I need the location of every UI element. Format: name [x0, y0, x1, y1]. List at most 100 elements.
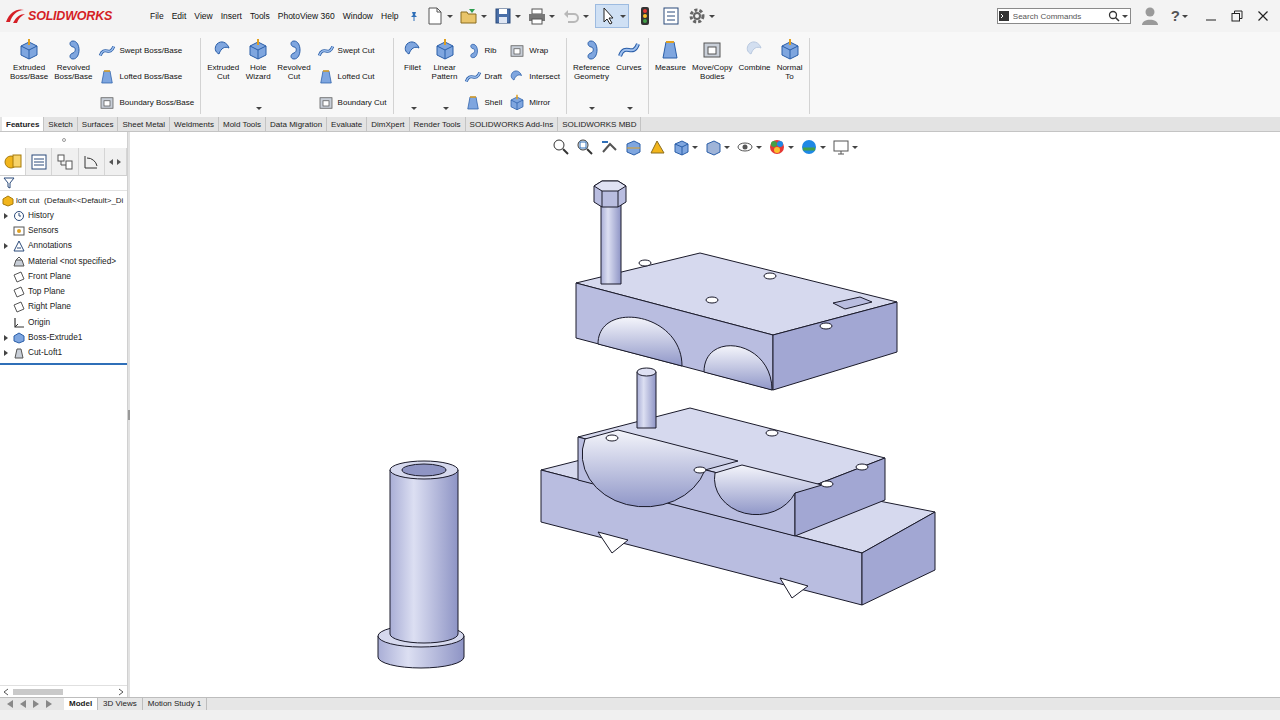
tab-scroll-arrows[interactable] [105, 148, 127, 175]
button-label[interactable]: Linear Pattern [432, 64, 458, 82]
minimize-button[interactable] [1198, 10, 1224, 22]
expand-toggle[interactable] [4, 242, 10, 250]
search-input[interactable] [1010, 9, 1108, 23]
revolved-cut-button[interactable]: Revolved Cut [275, 38, 312, 112]
dimxpert-manager-tab[interactable] [79, 148, 105, 175]
button-label[interactable]: Curves [616, 64, 641, 73]
command-tab[interactable]: SOLIDWORKS MBD [558, 117, 641, 131]
tree-item-label[interactable]: Origin [28, 318, 50, 328]
tree-item[interactable]: History [0, 208, 127, 223]
menu-item[interactable]: Insert [217, 9, 246, 23]
dropdown-arrow[interactable] [852, 146, 858, 149]
configuration-manager-tab[interactable] [52, 148, 78, 175]
button-label[interactable]: Move/Copy Bodies [692, 64, 732, 82]
dropdown-arrow[interactable] [256, 107, 262, 110]
dropdown-arrow[interactable] [515, 15, 521, 18]
dropdown-arrow[interactable] [411, 107, 417, 110]
command-tab[interactable]: SOLIDWORKS Add-Ins [466, 117, 559, 131]
command-tab[interactable]: Sketch [44, 117, 77, 131]
swept-cut-button[interactable]: Swept Cut [317, 38, 387, 64]
tree-item-label[interactable]: Front Plane [28, 272, 71, 282]
tree-item-label[interactable]: History [28, 211, 54, 221]
expand-toggle[interactable] [4, 334, 10, 342]
horizontal-scrollbar[interactable] [0, 685, 127, 697]
tree-item[interactable]: Material <not specified> [0, 254, 127, 269]
dropdown-arrow[interactable] [620, 15, 626, 18]
edit-appearance-button[interactable] [768, 138, 794, 156]
tree-item[interactable]: Origin [0, 315, 127, 330]
dropdown-arrow[interactable] [443, 107, 449, 110]
linear-pattern-button[interactable]: Linear Pattern [430, 38, 460, 112]
dropdown-arrow[interactable] [692, 146, 698, 149]
reference-geometry-button[interactable]: Reference Geometry [571, 38, 612, 112]
tree-item-label[interactable]: Sensors [28, 226, 58, 236]
tree-item-label[interactable]: Cut-Loft1 [28, 348, 62, 358]
dropdown-arrow[interactable] [481, 15, 487, 18]
normal-to-button[interactable]: Normal To [775, 38, 805, 112]
button-label[interactable]: Mirror [529, 98, 550, 108]
display-style-button[interactable] [704, 138, 730, 156]
help-label[interactable]: ? [1171, 7, 1180, 25]
command-tab[interactable]: Weldments [170, 117, 219, 131]
dropdown-arrow[interactable] [820, 146, 826, 149]
view-settings-button[interactable] [832, 138, 858, 156]
bottom-tab[interactable]: Motion Study 1 [143, 698, 207, 710]
command-tab[interactable]: Mold Tools [219, 117, 266, 131]
button-label[interactable]: Normal To [777, 64, 803, 82]
file-properties-button[interactable] [661, 6, 681, 26]
button-label[interactable]: Draft [485, 72, 502, 82]
user-icon[interactable] [1141, 6, 1159, 26]
dropdown-arrow[interactable] [724, 146, 730, 149]
panel-handle[interactable] [0, 132, 127, 148]
expand-toggle[interactable] [4, 349, 10, 357]
button-label[interactable]: Extruded Boss/Base [10, 64, 48, 82]
rib-button[interactable]: Rib [464, 38, 503, 64]
button-label[interactable]: Revolved Cut [277, 64, 310, 82]
button-label[interactable]: Fillet [404, 64, 421, 73]
button-label[interactable]: Wrap [529, 46, 548, 56]
revolved-boss-base-button[interactable]: Revolved Boss/Base [52, 38, 94, 112]
command-tab[interactable]: Render Tools [410, 117, 466, 131]
button-label[interactable]: Swept Cut [338, 46, 375, 56]
hide-show-items-button[interactable] [736, 138, 762, 156]
fillet-button[interactable]: Fillet [398, 38, 428, 112]
intersect-button[interactable]: Intersect [508, 64, 560, 90]
extruded-boss-base-button[interactable]: Extruded Boss/Base [8, 38, 50, 112]
restore-button[interactable] [1224, 10, 1250, 22]
dropdown-arrow[interactable] [589, 107, 595, 110]
command-tab[interactable]: Surfaces [78, 117, 119, 131]
hole-wizard-button[interactable]: Hole Wizard [243, 38, 273, 112]
command-tab[interactable]: Evaluate [327, 117, 367, 131]
dynamic-annotation-button[interactable] [648, 138, 666, 156]
tree-item[interactable]: Front Plane [0, 269, 127, 284]
apply-scene-button[interactable] [800, 138, 826, 156]
dropdown-arrow[interactable] [447, 15, 453, 18]
dropdown-arrow[interactable] [627, 107, 633, 110]
expand-arrow-icon[interactable] [4, 335, 8, 341]
dropdown-arrow[interactable] [788, 146, 794, 149]
graphics-area[interactable] [130, 132, 1280, 697]
search-box[interactable] [997, 8, 1131, 24]
print-button[interactable] [527, 6, 555, 26]
tree-item[interactable]: Sensors [0, 223, 127, 238]
expand-toggle[interactable] [4, 212, 10, 220]
tree-item[interactable]: Boss-Extrude1 [0, 330, 127, 345]
previous-view-button[interactable] [600, 138, 618, 156]
undo-button[interactable] [561, 6, 589, 26]
zoom-to-fit-button[interactable] [552, 138, 570, 156]
bottom-tab[interactable]: 3D Views [98, 698, 143, 710]
button-label[interactable]: Reference Geometry [573, 64, 610, 82]
move-copy-bodies-button[interactable]: Move/Copy Bodies [690, 38, 734, 112]
tree-item-label[interactable]: Boss-Extrude1 [28, 333, 82, 343]
pin-button[interactable] [409, 11, 419, 21]
property-manager-tab[interactable] [26, 148, 52, 175]
view-orientation-button[interactable] [672, 138, 698, 156]
menu-item[interactable]: Window [339, 9, 377, 23]
dropdown-arrow[interactable] [1182, 15, 1188, 18]
select-button[interactable] [595, 4, 629, 28]
lofted-cut-button[interactable]: Lofted Cut [317, 64, 387, 90]
options-button[interactable] [687, 6, 715, 26]
shell-button[interactable]: Shell [464, 90, 503, 116]
tree-root-label[interactable]: loft cut (Default<<Default>_Di [16, 196, 123, 206]
swept-boss-base-button[interactable]: Swept Boss/Base [98, 38, 194, 64]
